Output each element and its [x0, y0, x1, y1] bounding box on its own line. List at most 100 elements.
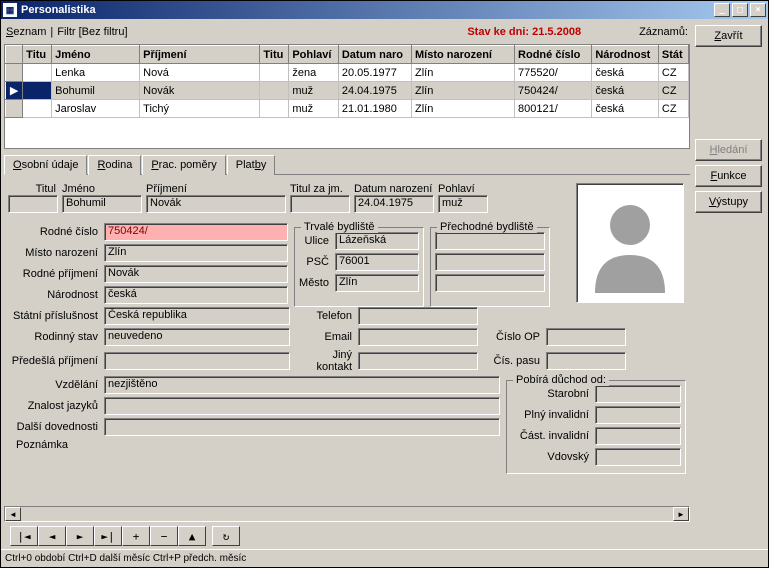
- statusbar: Ctrl+0 období Ctrl+D další měsíc Ctrl+P …: [1, 549, 768, 567]
- fld-email[interactable]: [358, 328, 478, 346]
- lbl-mesto: Město: [299, 277, 331, 289]
- fld-statprisl[interactable]: Česká republika: [104, 307, 290, 325]
- hledani-button[interactable]: Hledání: [695, 139, 762, 161]
- lbl-castinv: Část. invalidní: [511, 430, 591, 442]
- fld-psc2[interactable]: [435, 253, 545, 271]
- lbl-telefon: Telefon: [294, 310, 354, 322]
- fld-pohlavi[interactable]: muž: [438, 195, 488, 213]
- lbl-dalsidov: Další dovednosti: [8, 421, 100, 433]
- fld-prijmeni[interactable]: Novák: [146, 195, 286, 213]
- app-icon: ▦: [3, 3, 17, 17]
- col-titul[interactable]: Titu: [23, 46, 52, 64]
- detail-tabs: Osobní údaje Rodina Prac. poměry Platby: [4, 155, 690, 175]
- lbl-trvbyd: Trvalé bydliště: [301, 221, 378, 233]
- vystupy-button[interactable]: Výstupy: [695, 191, 762, 213]
- fld-starob[interactable]: [595, 385, 681, 403]
- lbl-vdov: Vdovský: [511, 451, 591, 463]
- col-rc[interactable]: Rodné číslo: [515, 46, 592, 64]
- lbl-statprisl: Státní příslušnost: [8, 310, 100, 322]
- tab-osobni[interactable]: Osobní údaje: [4, 155, 87, 175]
- zavrit-button[interactable]: Zavřít: [695, 25, 762, 47]
- nav-prev-icon[interactable]: ◄: [38, 526, 66, 546]
- fld-vdov[interactable]: [595, 448, 681, 466]
- col-tit2[interactable]: Titu: [260, 46, 289, 64]
- fld-narodnost[interactable]: česká: [104, 286, 288, 304]
- fld-datnar[interactable]: 24.04.1975: [354, 195, 434, 213]
- lbl-vzdelani: Vzdělání: [8, 379, 100, 391]
- col-mistonar[interactable]: Místo narození: [411, 46, 514, 64]
- photo-placeholder[interactable]: [576, 183, 684, 303]
- data-grid[interactable]: Titu Jméno Příjmení Titu Pohlaví Datum n…: [4, 44, 690, 149]
- app-window: ▦ Personalistika _ □ × Seznam | Filtr [B…: [0, 0, 769, 568]
- lbl-plnyinv: Plný invalidní: [511, 409, 591, 421]
- nav-add-icon[interactable]: +: [122, 526, 150, 546]
- fld-ulice[interactable]: Lázeňská: [335, 232, 419, 250]
- fld-plnyinv[interactable]: [595, 406, 681, 424]
- lbl-poznamka: Poznámka: [8, 439, 100, 451]
- lbl-rodprij: Rodné příjmení: [8, 268, 100, 280]
- window-title: Personalistika: [21, 4, 714, 16]
- lbl-datnar: Datum narození: [354, 183, 434, 195]
- tab-pomery[interactable]: Prac. poměry: [142, 155, 225, 175]
- tab-platby[interactable]: Platby: [227, 155, 276, 175]
- nav-first-icon[interactable]: |◄: [10, 526, 38, 546]
- lbl-cop: Číslo OP: [482, 331, 542, 343]
- lbl-jinyk: Jiný kontakt: [294, 349, 354, 373]
- table-row[interactable]: JaroslavTichýmuž21.01.1980Zlín800121/čes…: [6, 100, 689, 118]
- horizontal-scrollbar[interactable]: ◄ ►: [4, 506, 690, 522]
- table-row[interactable]: ▶BohumilNovákmuž24.04.1975Zlín750424/čes…: [6, 82, 689, 100]
- table-row[interactable]: LenkaNovážena20.05.1977Zlín775520/českáC…: [6, 64, 689, 82]
- lbl-predprij: Předešlá příjmení: [8, 355, 100, 367]
- funkce-button[interactable]: Funkce: [695, 165, 762, 187]
- col-narodnost[interactable]: Národnost: [592, 46, 659, 64]
- fld-titul[interactable]: [8, 195, 58, 213]
- maximize-button[interactable]: □: [732, 3, 748, 17]
- fld-titulza[interactable]: [290, 195, 350, 213]
- col-stat[interactable]: Stát: [658, 46, 688, 64]
- fld-castinv[interactable]: [595, 427, 681, 445]
- filtr-link[interactable]: Filtr [Bez filtru]: [57, 26, 127, 38]
- col-pohlavi[interactable]: Pohlaví: [289, 46, 339, 64]
- nav-last-icon[interactable]: ►|: [94, 526, 122, 546]
- lbl-titulza: Titul za jm.: [290, 183, 350, 195]
- fld-ulice2[interactable]: [435, 232, 545, 250]
- fld-rodprij[interactable]: Novák: [104, 265, 288, 283]
- fld-vzdelani[interactable]: nezjištěno: [104, 376, 500, 394]
- lbl-pohlavi: Pohlaví: [438, 183, 488, 195]
- scroll-left-icon[interactable]: ◄: [5, 507, 21, 521]
- nav-delete-icon[interactable]: −: [150, 526, 178, 546]
- fld-predprij[interactable]: [104, 352, 290, 370]
- fld-rc[interactable]: 750424/: [104, 223, 288, 241]
- col-jmeno[interactable]: Jméno: [52, 46, 140, 64]
- fld-jinyk[interactable]: [358, 352, 478, 370]
- fld-mesto2[interactable]: [435, 274, 545, 292]
- fld-mesto[interactable]: Zlín: [335, 274, 419, 292]
- lbl-titul: Titul: [8, 183, 58, 195]
- scroll-right-icon[interactable]: ►: [673, 507, 689, 521]
- fld-mistonar[interactable]: Zlín: [104, 244, 288, 262]
- fld-jmeno[interactable]: Bohumil: [62, 195, 142, 213]
- lbl-jmeno: Jméno: [62, 183, 142, 195]
- lbl-mistonar: Místo narození: [8, 247, 100, 259]
- fld-dalsidov[interactable]: [104, 418, 500, 436]
- lbl-rc: Rodné číslo: [8, 226, 100, 238]
- fld-rodstav[interactable]: neuvedeno: [104, 328, 290, 346]
- minimize-button[interactable]: _: [714, 3, 730, 17]
- nav-edit-icon[interactable]: ▲: [178, 526, 206, 546]
- nav-refresh-icon[interactable]: ↻: [212, 526, 240, 546]
- close-button[interactable]: ×: [750, 3, 766, 17]
- col-prijmeni[interactable]: Příjmení: [140, 46, 260, 64]
- top-toolbar: Seznam | Filtr [Bez filtru] Stav ke dni:…: [4, 22, 690, 42]
- fld-psc[interactable]: 76001: [335, 253, 419, 271]
- seznam-link[interactable]: Seznam: [6, 26, 46, 38]
- nav-next-icon[interactable]: ►: [66, 526, 94, 546]
- fld-cpasu[interactable]: [546, 352, 626, 370]
- fld-znjaz[interactable]: [104, 397, 500, 415]
- fld-cop[interactable]: [546, 328, 626, 346]
- fld-telefon[interactable]: [358, 307, 478, 325]
- records-label: Záznamů:: [639, 26, 688, 38]
- col-datnar[interactable]: Datum naro: [338, 46, 411, 64]
- lbl-prechbyd: Přechodné bydliště: [437, 221, 537, 233]
- titlebar: ▦ Personalistika _ □ ×: [1, 1, 768, 19]
- tab-rodina[interactable]: Rodina: [88, 155, 141, 175]
